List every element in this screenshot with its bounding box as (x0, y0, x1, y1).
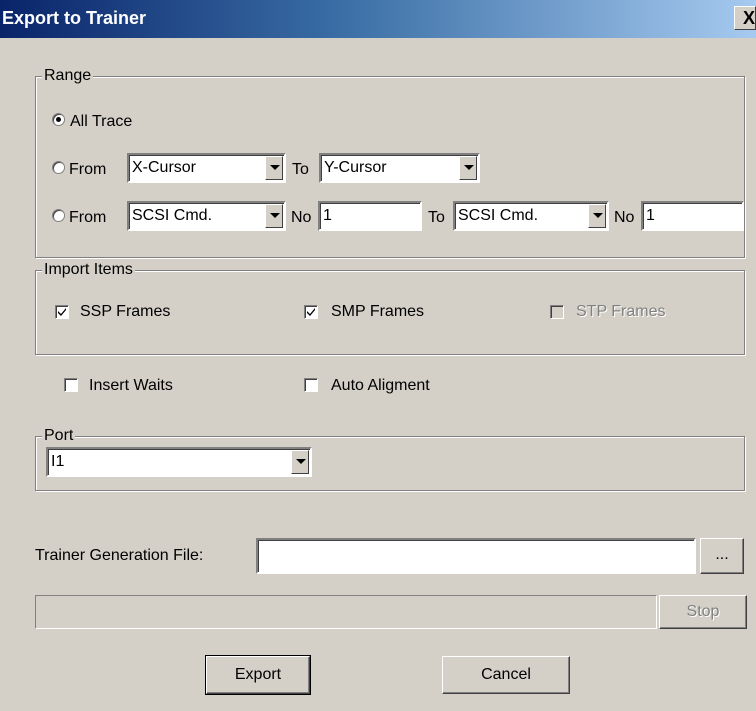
port-legend: Port (42, 426, 76, 446)
checkmark-icon (307, 308, 315, 316)
all-trace-label[interactable]: All Trace (70, 112, 132, 132)
range-legend: Range (42, 66, 94, 86)
from-cursor-value: X-Cursor (132, 159, 197, 176)
progress-bar (35, 595, 657, 629)
dropdown-button[interactable] (588, 204, 606, 228)
checkmark-icon (58, 308, 66, 316)
import-items-legend: Import Items (42, 260, 135, 280)
to-cursor-select[interactable]: Y-Cursor (319, 153, 480, 183)
no-label: No (291, 209, 312, 226)
radio-selected-dot (56, 117, 61, 122)
ssp-frames-label[interactable]: SSP Frames (80, 302, 170, 322)
from-cursor-select[interactable]: X-Cursor (127, 153, 286, 183)
export-label: Export (234, 666, 282, 683)
to-scsi-select[interactable]: SCSI Cmd. (453, 201, 609, 231)
auto-alignment-label[interactable]: Auto Aligment (331, 376, 430, 396)
chevron-down-icon (296, 459, 306, 464)
port-select[interactable]: I1 (46, 447, 312, 477)
auto-alignment-checkbox[interactable] (304, 378, 318, 392)
chevron-down-icon (270, 165, 280, 170)
stop-label: Stop (686, 603, 720, 620)
to-cursor-value: Y-Cursor (324, 159, 387, 176)
port-value: I1 (51, 453, 65, 470)
to-no-value: 1 (646, 207, 655, 224)
chevron-down-icon (270, 213, 280, 218)
browse-label: ... (715, 546, 729, 563)
export-button[interactable]: Export (205, 655, 311, 695)
all-trace-radio[interactable] (52, 113, 65, 126)
close-icon: X (743, 8, 756, 28)
trainer-file-input[interactable] (256, 538, 696, 574)
title-bar[interactable]: Export to Trainer X (0, 0, 756, 38)
cancel-label: Cancel (481, 666, 531, 683)
from-scsi-select[interactable]: SCSI Cmd. (127, 201, 286, 231)
from-xcursor-radio[interactable] (52, 161, 65, 174)
from-no-input[interactable]: 1 (318, 201, 422, 231)
dropdown-button[interactable] (265, 204, 283, 228)
dropdown-button[interactable] (265, 156, 283, 180)
dropdown-button[interactable] (459, 156, 477, 180)
cancel-button[interactable]: Cancel (442, 656, 570, 694)
trainer-file-label: Trainer Generation File: (35, 547, 204, 564)
browse-button[interactable]: ... (700, 538, 744, 574)
export-to-trainer-dialog: Export to Trainer X Range All Trace From… (0, 0, 756, 711)
stp-frames-label: STP Frames (576, 303, 666, 320)
to-no-input[interactable]: 1 (641, 201, 744, 231)
to-scsi-value: SCSI Cmd. (458, 207, 539, 224)
from-no-value: 1 (323, 207, 332, 224)
window-title: Export to Trainer (2, 8, 147, 28)
from-label[interactable]: From (69, 160, 106, 180)
insert-waits-label[interactable]: Insert Waits (89, 376, 173, 396)
close-button[interactable]: X (734, 6, 756, 30)
from-scsi-radio[interactable] (52, 209, 65, 222)
smp-frames-label[interactable]: SMP Frames (331, 302, 424, 322)
chevron-down-icon (464, 165, 474, 170)
stp-frames-checkbox (550, 305, 564, 319)
to-label: To (428, 209, 445, 226)
chevron-down-icon (593, 213, 603, 218)
ssp-frames-checkbox[interactable] (55, 305, 69, 319)
dropdown-button[interactable] (291, 450, 309, 474)
no-label: No (614, 209, 635, 226)
insert-waits-checkbox[interactable] (64, 378, 78, 392)
smp-frames-checkbox[interactable] (304, 305, 318, 319)
from-scsi-value: SCSI Cmd. (132, 207, 213, 224)
to-label: To (292, 161, 309, 178)
stop-button: Stop (659, 595, 747, 629)
from-label[interactable]: From (69, 208, 106, 228)
